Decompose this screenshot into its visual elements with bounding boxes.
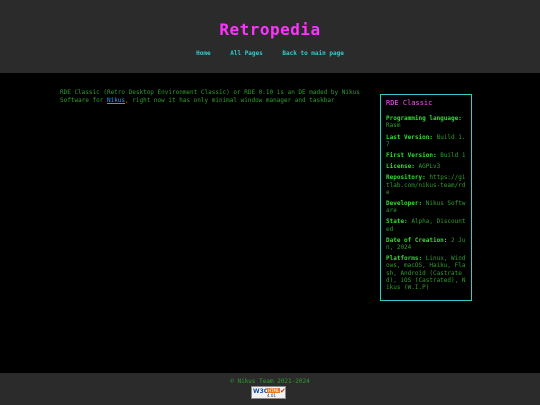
copyright-text: © Nikus Team 2021-2024 [230, 378, 310, 385]
site-title: Retropedia [219, 20, 321, 39]
infobox-title: RDE Classic [386, 99, 433, 107]
infobox-field-repository: Repository: https://gitlab.com/nikus-tea… [386, 174, 466, 196]
html-version: 4.01 [267, 393, 276, 398]
nav-all-pages-link[interactable]: All Pages [230, 50, 263, 57]
field-value: Build 1 [440, 152, 466, 160]
infobox-field-developer: Developer: Nikus Software [386, 200, 466, 214]
w3c-html-badge[interactable]: W3C HTML 4.01 ✔ [251, 386, 286, 399]
field-value: AGPLv3 [418, 163, 441, 171]
infobox-field-language: Programming language: Rasm [386, 115, 466, 129]
site-footer: © Nikus Team 2021-2024 W3C HTML 4.01 ✔ [0, 373, 540, 405]
infobox-field-last-version: Last Version: Build 1.7 [386, 134, 466, 148]
infobox: RDE Classic Programming language: Rasm L… [380, 94, 472, 301]
article-text-continued: , right now it has only minimal window m… [125, 97, 335, 104]
main-nav: Home All Pages Back to main page [0, 50, 540, 57]
field-label: Repository: [386, 174, 426, 182]
field-label: Last Version: [386, 133, 433, 141]
infobox-field-platforms: Platforms: Linux, Windows, macOS, Haiku,… [386, 255, 466, 291]
infobox-field-license: License: AGPLv3 [386, 163, 466, 170]
nikus-link[interactable]: Nikus [107, 97, 125, 104]
infobox-field-date: Date of Creation: 2 Jun, 2024 [386, 237, 466, 251]
field-label: State: [386, 218, 408, 226]
article-body: RDE Classic (Retro Desktop Environment C… [60, 89, 378, 105]
field-label: First Version: [386, 152, 437, 160]
nav-back-link[interactable]: Back to main page [282, 50, 343, 57]
field-label: License: [386, 163, 415, 171]
field-label: Programming language: [386, 115, 462, 123]
site-header: Retropedia Home All Pages Back to main p… [0, 0, 540, 73]
nav-home-link[interactable]: Home [196, 50, 210, 57]
field-label: Date of Creation: [386, 236, 448, 244]
checkmark-icon: ✔ [280, 387, 286, 395]
field-label: Developer: [386, 200, 423, 208]
field-label: Platforms: [386, 255, 423, 263]
w3c-logo-text: W3C [253, 388, 269, 395]
infobox-field-first-version: First Version: Build 1 [386, 152, 466, 159]
infobox-field-state: State: Alpha, Discounted [386, 218, 466, 232]
field-value: Rasm [386, 122, 401, 130]
